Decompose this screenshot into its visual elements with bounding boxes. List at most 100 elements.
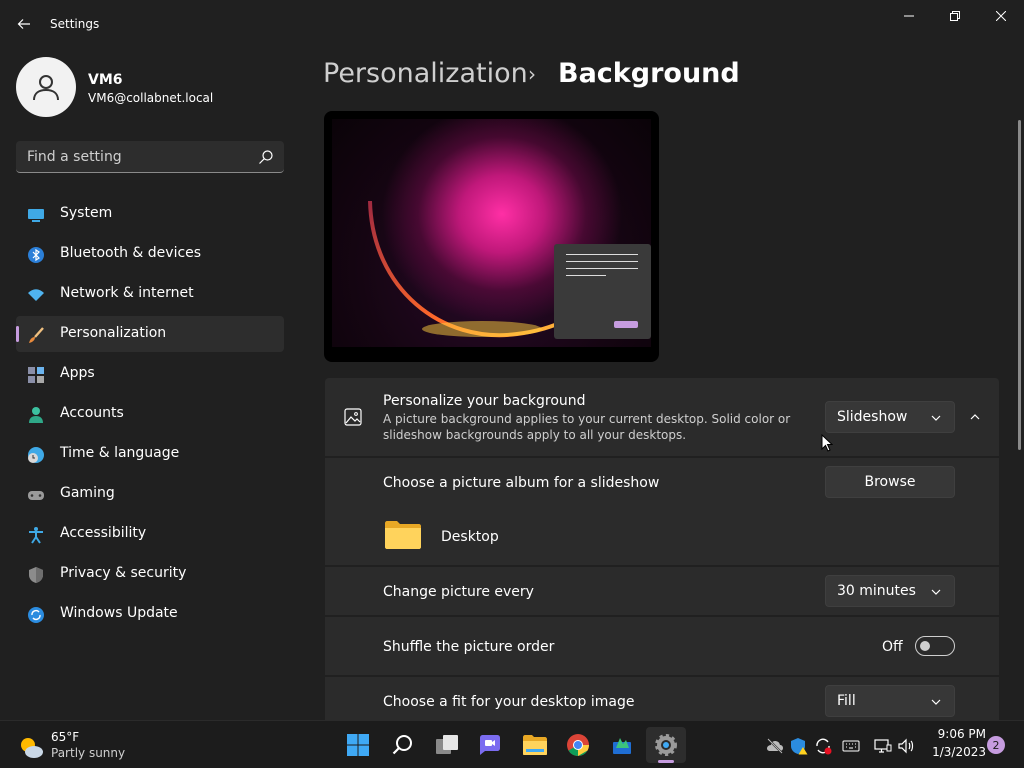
taskbar: 65°F Partly sunny 9:06 PM 1/3/2023 2 <box>0 720 1024 768</box>
settings-taskbar-button[interactable] <box>646 727 686 763</box>
collapse-button[interactable] <box>961 401 989 433</box>
windows-logo-icon <box>347 734 369 756</box>
chrome-button[interactable] <box>558 727 598 763</box>
system-icon <box>28 209 44 222</box>
sidebar-item-label: System <box>60 205 113 221</box>
task-view-icon <box>436 735 458 754</box>
sidebar-item-label: Accessibility <box>60 525 147 541</box>
sidebar-item-privacy[interactable]: Privacy & security <box>16 556 284 592</box>
sidebar-item-gaming[interactable]: Gaming <box>16 476 284 512</box>
sidebar-item-label: Apps <box>60 365 95 381</box>
dropdown-value: Fill <box>837 693 856 709</box>
sync-alert-icon[interactable] <box>814 737 832 755</box>
sidebar-item-accounts[interactable]: Accounts <box>16 396 284 432</box>
start-button[interactable] <box>338 727 378 763</box>
folder-icon <box>523 735 547 755</box>
search-box <box>16 141 284 173</box>
sidebar-item-apps[interactable]: Apps <box>16 356 284 392</box>
avatar[interactable] <box>16 57 76 117</box>
chevron-down-icon <box>931 589 941 595</box>
shuffle-row: Shuffle the picture order Off <box>325 617 999 675</box>
breadcrumb-separator: › <box>528 62 536 86</box>
gamepad-icon <box>28 491 44 500</box>
sidebar-item-label: Network & internet <box>60 285 194 301</box>
close-button[interactable] <box>978 0 1024 32</box>
album-label: Choose a picture album for a slideshow <box>383 475 660 491</box>
app-title: Settings <box>50 17 100 31</box>
app-button[interactable] <box>602 727 642 763</box>
search-input[interactable] <box>16 141 246 172</box>
interval-row: Change picture every 30 minutes <box>325 567 999 615</box>
chat-icon <box>480 735 500 755</box>
image-icon <box>344 408 362 426</box>
restore-icon <box>950 11 960 21</box>
search-icon <box>392 735 412 755</box>
weather-temp: 65°F <box>51 730 80 744</box>
browse-button[interactable]: Browse <box>825 466 955 498</box>
clock-time[interactable]: 9:06 PM <box>930 727 986 741</box>
close-icon <box>996 11 1006 21</box>
file-explorer-button[interactable] <box>515 727 555 763</box>
sidebar-item-label: Time & language <box>60 445 180 461</box>
chevron-down-icon <box>931 415 941 421</box>
teams-chat-button[interactable] <box>470 727 510 763</box>
volume-icon[interactable] <box>898 737 916 755</box>
personalize-background-card: Personalize your background A picture ba… <box>325 378 999 456</box>
folder-name[interactable]: Desktop <box>441 529 499 545</box>
interval-dropdown[interactable]: 30 minutes <box>825 575 955 607</box>
sidebar-item-network[interactable]: Network & internet <box>16 276 284 312</box>
onedrive-offline-icon[interactable] <box>766 737 784 755</box>
chevron-down-icon <box>931 699 941 705</box>
toggle-state-label: Off <box>882 639 903 655</box>
fit-dropdown[interactable]: Fill <box>825 685 955 717</box>
task-view-button[interactable] <box>427 727 467 763</box>
background-type-dropdown[interactable]: Slideshow <box>825 401 955 433</box>
sidebar-item-system[interactable]: System <box>16 196 284 232</box>
minimize-button[interactable] <box>886 0 932 32</box>
clock-date[interactable]: 1/3/2023 <box>926 745 986 759</box>
sidebar-item-time-language[interactable]: Time & language <box>16 436 284 472</box>
back-button[interactable] <box>8 10 40 38</box>
search-icon[interactable] <box>258 149 274 165</box>
shuffle-label: Shuffle the picture order <box>383 639 555 655</box>
background-preview <box>324 111 659 362</box>
wifi-icon <box>28 289 44 301</box>
chevron-up-icon <box>970 414 980 420</box>
card-description: slideshow backgrounds apply to all your … <box>383 428 687 442</box>
sidebar-item-label: Personalization <box>60 325 167 341</box>
preview-window <box>554 244 651 339</box>
maximize-button[interactable] <box>932 0 978 32</box>
toggle-knob <box>920 641 930 651</box>
card-description: A picture background applies to your cur… <box>383 412 791 426</box>
album-row: Choose a picture album for a slideshow B… <box>325 458 999 565</box>
shield-icon <box>29 567 43 583</box>
security-warning-icon[interactable] <box>790 737 808 755</box>
weather-widget[interactable]: 65°F Partly sunny <box>10 727 130 763</box>
minimize-icon <box>904 15 914 17</box>
user-email: VM6@collabnet.local <box>88 91 214 105</box>
breadcrumb-parent[interactable]: Personalization <box>323 58 528 89</box>
sidebar-item-label: Windows Update <box>60 605 178 621</box>
weather-desc: Partly sunny <box>51 746 126 760</box>
dropdown-value: Slideshow <box>837 409 908 425</box>
shuffle-toggle[interactable] <box>915 636 955 656</box>
sidebar-item-windows-update[interactable]: Windows Update <box>16 596 284 632</box>
mouse-cursor-icon <box>821 434 833 452</box>
sidebar-item-accessibility[interactable]: Accessibility <box>16 516 284 552</box>
keyboard-icon[interactable] <box>842 737 860 755</box>
fit-label: Choose a fit for your desktop image <box>383 694 635 710</box>
sidebar-item-label: Privacy & security <box>60 565 187 581</box>
network-icon[interactable] <box>874 737 892 755</box>
scrollbar-thumb[interactable] <box>1018 120 1021 450</box>
folder-icon <box>385 521 421 549</box>
sidebar-item-label: Accounts <box>60 405 124 421</box>
person-icon <box>29 407 43 423</box>
update-icon <box>28 607 44 623</box>
notification-badge[interactable]: 2 <box>987 736 1005 754</box>
back-arrow-icon <box>17 19 30 29</box>
apps-icon <box>28 367 44 383</box>
sidebar-item-personalization[interactable]: Personalization <box>16 316 284 352</box>
sidebar-item-bluetooth[interactable]: Bluetooth & devices <box>16 236 284 272</box>
taskbar-search-button[interactable] <box>383 727 423 763</box>
clock-globe-icon <box>28 447 44 463</box>
